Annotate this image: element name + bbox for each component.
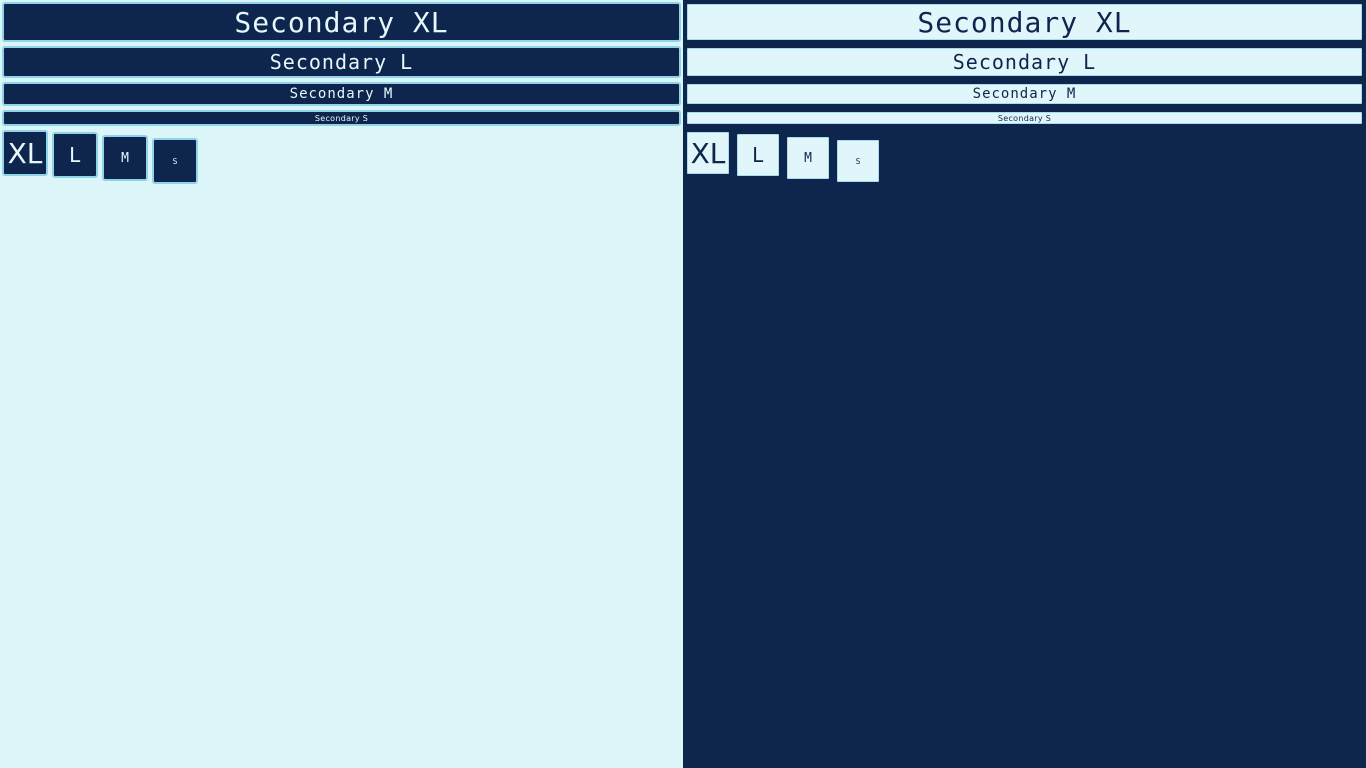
square-l-button[interactable]: L	[735, 132, 781, 178]
secondary-xl-button[interactable]: Secondary XL	[685, 2, 1364, 42]
secondary-s-button[interactable]: Secondary S	[2, 110, 681, 126]
square-xl-button[interactable]: XL	[2, 130, 48, 176]
square-button-row: XL L M S	[685, 130, 1364, 184]
secondary-m-button[interactable]: Secondary M	[2, 82, 681, 106]
square-m-button[interactable]: M	[785, 135, 831, 181]
square-m-button[interactable]: M	[102, 135, 148, 181]
light-theme-panel: Secondary XL Secondary L Secondary M Sec…	[0, 0, 683, 768]
secondary-s-button[interactable]: Secondary S	[685, 110, 1364, 126]
secondary-l-button[interactable]: Secondary L	[2, 46, 681, 78]
button-showcase: Secondary XL Secondary L Secondary M Sec…	[0, 0, 1366, 768]
square-s-button[interactable]: S	[152, 138, 198, 184]
square-xl-button[interactable]: XL	[685, 130, 731, 176]
secondary-l-button[interactable]: Secondary L	[685, 46, 1364, 78]
square-s-button[interactable]: S	[835, 138, 881, 184]
dark-theme-panel: Secondary XL Secondary L Secondary M Sec…	[683, 0, 1366, 768]
square-l-button[interactable]: L	[52, 132, 98, 178]
secondary-m-button[interactable]: Secondary M	[685, 82, 1364, 106]
secondary-xl-button[interactable]: Secondary XL	[2, 2, 681, 42]
square-button-row: XL L M S	[2, 130, 681, 184]
